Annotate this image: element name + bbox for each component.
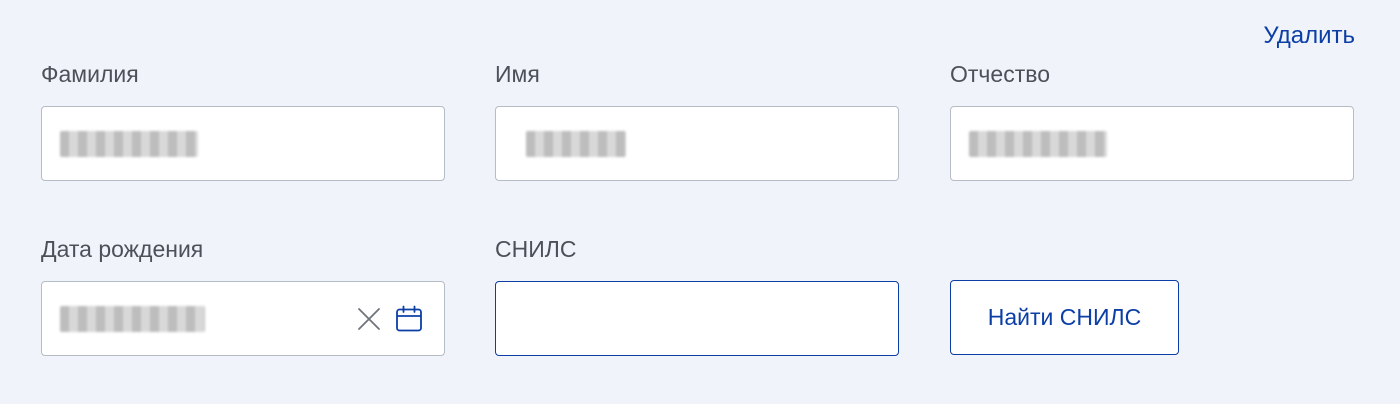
- surname-input[interactable]: [41, 106, 445, 181]
- masked-value: [969, 130, 1107, 157]
- birth-date-input[interactable]: [41, 281, 445, 356]
- close-icon[interactable]: [354, 304, 384, 334]
- masked-value: [60, 305, 205, 332]
- delete-link[interactable]: Удалить: [1263, 22, 1355, 50]
- birth-date-label: Дата рождения: [41, 236, 204, 262]
- name-input[interactable]: [495, 106, 899, 181]
- snils-field-group: СНИЛС: [495, 235, 899, 356]
- patronymic-label: Отчество: [950, 61, 1050, 87]
- masked-value: [60, 130, 198, 157]
- surname-field-group: Фамилия: [41, 60, 445, 181]
- snils-input-box[interactable]: [495, 281, 899, 356]
- name-label: Имя: [495, 61, 540, 87]
- masked-value: [526, 130, 626, 157]
- find-snils-button[interactable]: Найти СНИЛС: [950, 280, 1179, 355]
- surname-label: Фамилия: [41, 61, 139, 87]
- calendar-icon[interactable]: [394, 304, 424, 334]
- birth-date-field-group: Дата рождения: [41, 235, 445, 356]
- name-field-group: Имя: [495, 60, 899, 181]
- snils-input[interactable]: [496, 282, 898, 355]
- patronymic-field-group: Отчество: [950, 60, 1354, 181]
- snils-label: СНИЛС: [495, 236, 577, 262]
- patronymic-input[interactable]: [950, 106, 1354, 181]
